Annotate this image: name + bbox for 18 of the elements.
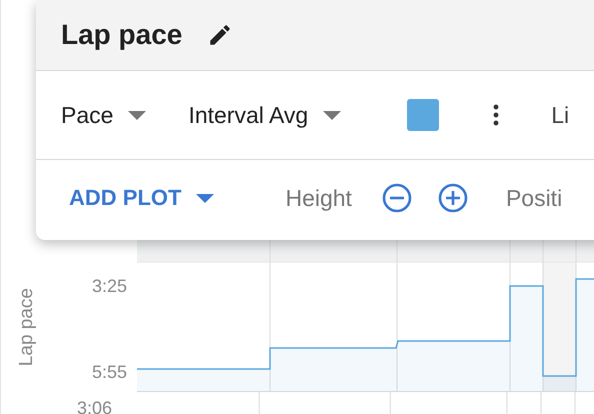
axis-label: Lap pace (16, 288, 38, 366)
caret-icon[interactable] (323, 110, 342, 120)
plot-title: Lap pace (61, 19, 182, 51)
minus-icon[interactable] (382, 183, 412, 213)
color-swatch[interactable] (407, 99, 440, 131)
add-plot-button[interactable]: ADD PLOT (69, 185, 214, 211)
metric-dropdown[interactable]: Pace (61, 102, 146, 128)
option-label: Li (551, 102, 570, 128)
position-label: Positi (506, 184, 562, 212)
more-icon[interactable] (492, 104, 500, 126)
height-label: Height (285, 184, 352, 212)
axis-tick: 3:06 (76, 398, 112, 414)
plus-icon[interactable] (438, 183, 468, 213)
axis-tick: 3:25 (92, 276, 127, 296)
caret-icon[interactable] (196, 194, 214, 202)
caret-icon[interactable] (128, 110, 146, 120)
axis-tick: 5:55 (92, 362, 127, 382)
aggregation-dropdown[interactable]: Interval Avg (188, 102, 342, 128)
